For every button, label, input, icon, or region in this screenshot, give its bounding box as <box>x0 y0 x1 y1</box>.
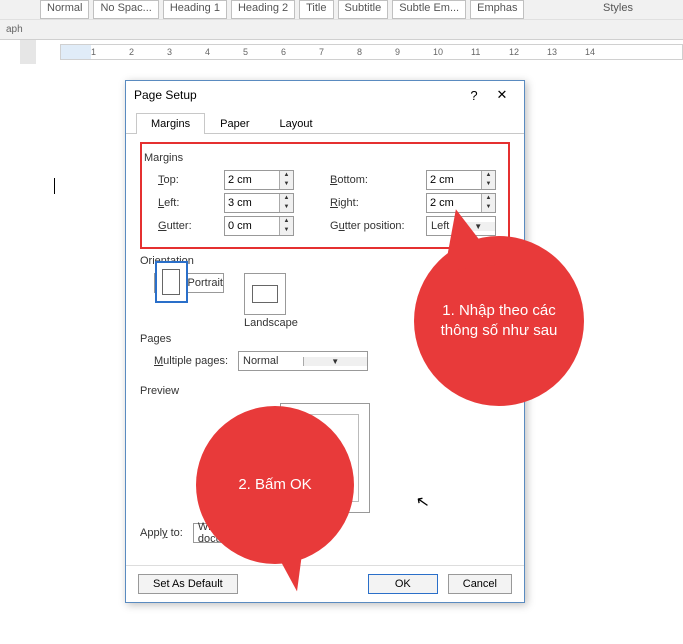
callout-1-text: 1. Nhập theo các thông số như sau <box>424 301 574 342</box>
tab-paper[interactable]: Paper <box>205 113 264 134</box>
style-heading2[interactable]: Heading 2 <box>231 0 295 19</box>
multiple-pages-label: Multiple pages: <box>154 355 228 367</box>
gutter-label: Gutter: <box>158 220 218 232</box>
right-label: Right: <box>330 197 420 209</box>
cancel-button[interactable]: Cancel <box>448 574 512 594</box>
tab-layout[interactable]: Layout <box>264 113 327 134</box>
left-input[interactable]: ▲▼ <box>224 193 294 213</box>
ruler-margin-lead <box>61 45 91 59</box>
ruler-tick: 14 <box>585 47 595 57</box>
top-label: Top: <box>158 174 218 186</box>
annotation-callout-1: 1. Nhập theo các thông số như sau <box>414 236 584 406</box>
tab-margins[interactable]: Margins <box>136 113 205 134</box>
spinner-up-icon[interactable]: ▲ <box>280 217 293 226</box>
spinner-up-icon[interactable]: ▲ <box>482 194 495 203</box>
set-as-default-button[interactable]: Set As Default <box>138 574 238 594</box>
ruler-tick: 9 <box>395 47 400 57</box>
portrait-label: Portrait <box>188 277 223 289</box>
ruler-area: 1234567891011121314 <box>0 40 683 64</box>
ruler-tick: 2 <box>129 47 134 57</box>
multiple-pages-select[interactable]: Normal▼ <box>238 351 368 371</box>
dialog-title-text: Page Setup <box>134 88 197 102</box>
left-label: Left: <box>158 197 218 209</box>
bottom-input[interactable]: ▲▼ <box>426 170 496 190</box>
ruler-tick: 6 <box>281 47 286 57</box>
style-nospacing[interactable]: No Spac... <box>93 0 158 19</box>
callout-2-text: 2. Bấm OK <box>238 475 311 495</box>
vertical-ruler-stub <box>20 40 36 64</box>
apply-to-label: Apply to: <box>140 527 183 539</box>
text-cursor <box>54 178 55 194</box>
ruler-tick: 11 <box>471 47 480 57</box>
ruler-tick: 13 <box>547 47 557 57</box>
ribbon-styles-gallery: Normal No Spac... Heading 1 Heading 2 Ti… <box>0 0 683 20</box>
gutter-position-label: Gutter position: <box>330 220 420 232</box>
style-subtle-em[interactable]: Subtle Em... <box>392 0 466 19</box>
ok-button[interactable]: OK <box>368 574 438 594</box>
bottom-label: Bottom: <box>330 174 420 186</box>
landscape-icon <box>244 273 286 315</box>
ruler-tick: 8 <box>357 47 362 57</box>
spinner-down-icon[interactable]: ▼ <box>280 203 293 212</box>
ruler-tick: 4 <box>205 47 210 57</box>
spinner-down-icon[interactable]: ▼ <box>280 226 293 235</box>
ruler-tick: 12 <box>509 47 519 57</box>
style-heading1[interactable]: Heading 1 <box>163 0 227 19</box>
style-subtitle[interactable]: Subtitle <box>338 0 389 19</box>
chevron-down-icon[interactable]: ▼ <box>303 357 368 366</box>
help-button[interactable]: ? <box>460 88 488 103</box>
top-input[interactable]: ▲▼ <box>224 170 294 190</box>
section-margins-label: Margins <box>144 152 506 164</box>
styles-group-label: Styles <box>593 0 643 19</box>
style-normal[interactable]: Normal <box>40 0 89 19</box>
dialog-tabs: Margins Paper Layout <box>126 109 524 134</box>
landscape-label: Landscape <box>244 317 298 329</box>
dialog-button-row: Set As Default OK Cancel <box>126 565 524 602</box>
horizontal-ruler[interactable]: 1234567891011121314 <box>60 44 683 60</box>
ruler-tick: 3 <box>167 47 172 57</box>
ruler-tick: 7 <box>319 47 324 57</box>
close-button[interactable]: ✕ <box>488 87 516 103</box>
gutter-input[interactable]: ▲▼ <box>224 216 294 236</box>
ribbon-lower-strip: aph <box>0 20 683 40</box>
spinner-down-icon[interactable]: ▼ <box>482 180 495 189</box>
ruler-tick: 10 <box>433 47 443 57</box>
dialog-titlebar[interactable]: Page Setup ? ✕ <box>126 81 524 109</box>
annotation-callout-2: 2. Bấm OK <box>196 406 354 564</box>
ruler-tick: 1 <box>91 47 96 57</box>
style-emphasis[interactable]: Emphas <box>470 0 524 19</box>
spinner-up-icon[interactable]: ▲ <box>482 171 495 180</box>
spinner-up-icon[interactable]: ▲ <box>280 171 293 180</box>
orientation-portrait[interactable]: Portrait <box>154 273 224 293</box>
style-title[interactable]: Title <box>299 0 333 19</box>
paragraph-label-fragment: aph <box>6 24 23 35</box>
spinner-up-icon[interactable]: ▲ <box>280 194 293 203</box>
portrait-icon <box>155 261 188 303</box>
ruler-tick: 5 <box>243 47 248 57</box>
spinner-down-icon[interactable]: ▼ <box>280 180 293 189</box>
orientation-landscape[interactable]: Landscape <box>244 273 298 329</box>
